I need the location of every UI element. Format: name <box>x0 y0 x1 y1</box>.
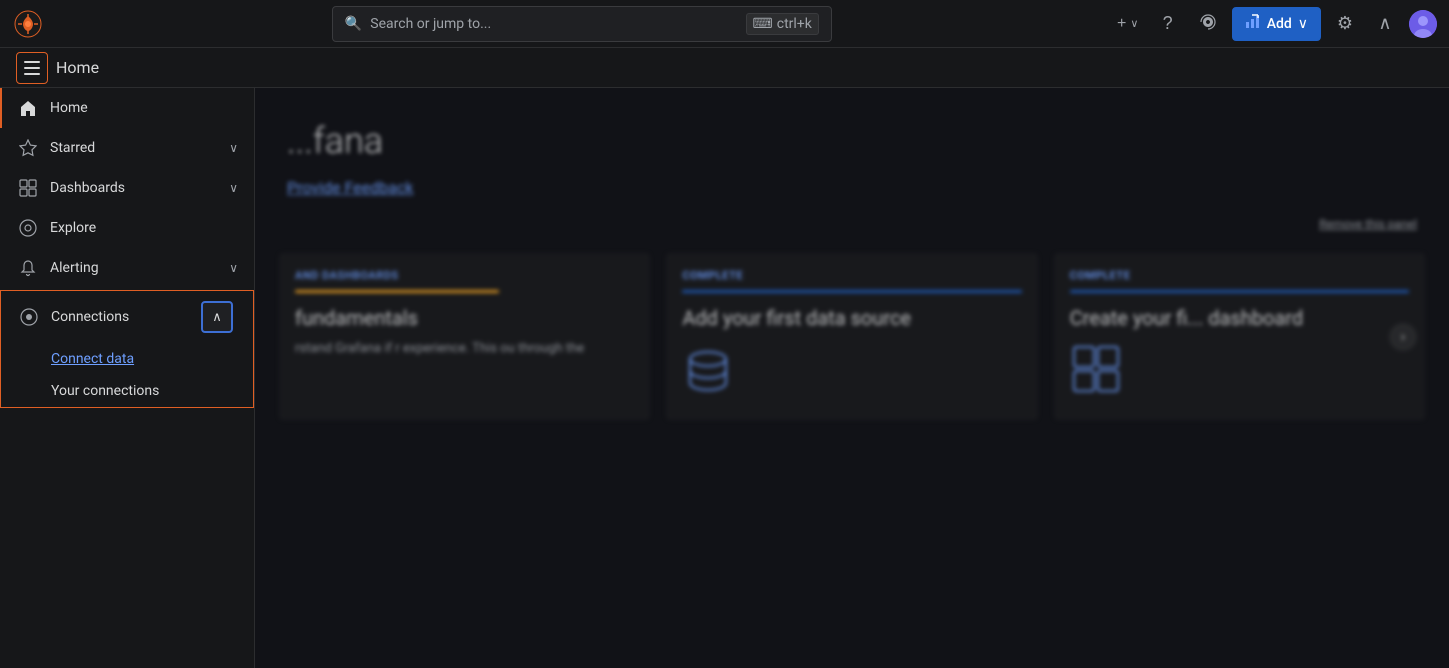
add-chevron-icon: ∨ <box>1298 16 1308 32</box>
starred-chevron-icon: ∨ <box>229 141 238 155</box>
star-icon <box>18 138 38 158</box>
create-dashboard-badge: COMPLETE <box>1070 269 1409 282</box>
panel-fundamentals: AND DASHBOARDS fundamentals rstand Grafa… <box>279 253 650 420</box>
connections-icon <box>19 307 39 327</box>
page-toolbar: Home <box>0 48 1449 88</box>
remove-panel-link[interactable]: Remove this panel <box>1319 217 1417 231</box>
broadcast-icon <box>1199 13 1217 34</box>
alerting-chevron-icon: ∨ <box>229 261 238 275</box>
next-arrow-button[interactable]: › <box>1389 323 1417 351</box>
sidebar-item-connections[interactable]: Connections ∧ <box>1 291 253 343</box>
sidebar-explore-label: Explore <box>50 220 238 236</box>
fundamentals-desc: rstand Grafana if r experience. This ou … <box>295 339 634 359</box>
provide-feedback-link[interactable]: Provide Feedback <box>287 178 413 197</box>
grafana-logo[interactable] <box>12 8 44 40</box>
search-shortcut: ⌨ ctrl+k <box>746 13 819 35</box>
welcome-title: ...fana <box>287 120 1417 162</box>
page-title: Home <box>56 58 99 77</box>
search-bar: 🔍 Search or jump to... ⌨ ctrl+k <box>60 6 1104 42</box>
create-dashboard-progress-bar <box>1070 290 1409 293</box>
fundamentals-heading: fundamentals <box>295 305 634 331</box>
chevron-up-icon: ∧ <box>1378 13 1391 34</box>
connect-data-label: Connect data <box>51 351 134 367</box>
home-icon <box>18 98 38 118</box>
user-avatar[interactable] <box>1409 10 1437 38</box>
plus-icon: + <box>1117 15 1126 33</box>
sidebar-item-dashboards[interactable]: Dashboards ∨ <box>0 168 254 208</box>
keyboard-icon: ⌨ <box>753 16 773 32</box>
search-input[interactable]: 🔍 Search or jump to... ⌨ ctrl+k <box>332 6 832 42</box>
dashboards-icon <box>18 178 38 198</box>
gear-icon: ⚙ <box>1337 13 1353 34</box>
sidebar-starred-label: Starred <box>50 140 217 156</box>
your-connections-label: Your connections <box>51 383 159 399</box>
navbar-actions: + ∨ ? Add <box>1112 7 1437 41</box>
sidebar-alerting-label: Alerting <box>50 260 217 276</box>
settings-button[interactable]: ⚙ <box>1329 8 1361 40</box>
explore-icon <box>18 218 38 238</box>
collapse-topbar-button[interactable]: ∧ <box>1369 8 1401 40</box>
add-datasource-badge: COMPLETE <box>682 269 1021 282</box>
main-layout: Home Starred ∨ Dashboards <box>0 88 1449 668</box>
panel-fundamentals-title: AND DASHBOARDS <box>295 269 634 282</box>
search-placeholder: Search or jump to... <box>370 16 491 32</box>
chevron-down-icon: ∨ <box>1130 17 1138 30</box>
sidebar-sub-item-connect-data[interactable]: Connect data <box>1 343 253 375</box>
search-icon: 🔍 <box>345 16 362 32</box>
fundamentals-progress-bar <box>295 290 499 293</box>
add-chart-icon <box>1245 14 1261 34</box>
question-icon: ? <box>1163 13 1173 34</box>
chevron-up-icon: ∧ <box>212 310 222 325</box>
content-header: ...fana Provide Feedback <box>255 88 1449 213</box>
create-dashboard-heading: Create your fi... dashboard <box>1070 305 1409 331</box>
dashboard-grid-icon <box>1070 343 1409 404</box>
menu-toggle-button[interactable] <box>16 52 48 84</box>
add-label: Add <box>1267 16 1292 32</box>
database-icon <box>682 343 1021 404</box>
connections-collapse-button[interactable]: ∧ <box>201 301 233 333</box>
content-blurred: ...fana Provide Feedback Remove this pan… <box>255 88 1449 668</box>
add-datasource-heading: Add your first data source <box>682 305 1021 331</box>
panels-area: AND DASHBOARDS fundamentals rstand Grafa… <box>255 253 1449 420</box>
sidebar-sub-item-your-connections[interactable]: Your connections <box>1 375 253 407</box>
help-button[interactable]: ? <box>1152 8 1184 40</box>
connections-section: Connections ∧ Connect data Your connecti… <box>0 290 254 408</box>
broadcast-button[interactable] <box>1192 8 1224 40</box>
sidebar-item-home[interactable]: Home <box>0 88 254 128</box>
sidebar: Home Starred ∨ Dashboards <box>0 88 255 668</box>
panel-create-dashboard: COMPLETE Create your fi... dashboard › <box>1054 253 1425 420</box>
new-button[interactable]: + ∨ <box>1112 8 1144 40</box>
alerting-icon <box>18 258 38 278</box>
top-navbar: 🔍 Search or jump to... ⌨ ctrl+k + ∨ ? <box>0 0 1449 48</box>
add-button[interactable]: Add ∨ <box>1232 7 1321 41</box>
sidebar-item-starred[interactable]: Starred ∨ <box>0 128 254 168</box>
sidebar-home-label: Home <box>50 100 238 116</box>
dashboards-chevron-icon: ∨ <box>229 181 238 195</box>
sidebar-dashboards-label: Dashboards <box>50 180 217 196</box>
sidebar-connections-label: Connections <box>51 309 189 325</box>
main-content: ...fana Provide Feedback Remove this pan… <box>255 88 1449 668</box>
sidebar-item-explore[interactable]: Explore <box>0 208 254 248</box>
add-datasource-progress-bar <box>682 290 1021 293</box>
panel-add-datasource: COMPLETE Add your first data source <box>666 253 1037 420</box>
hamburger-icon <box>20 57 44 79</box>
sidebar-item-alerting[interactable]: Alerting ∨ <box>0 248 254 288</box>
